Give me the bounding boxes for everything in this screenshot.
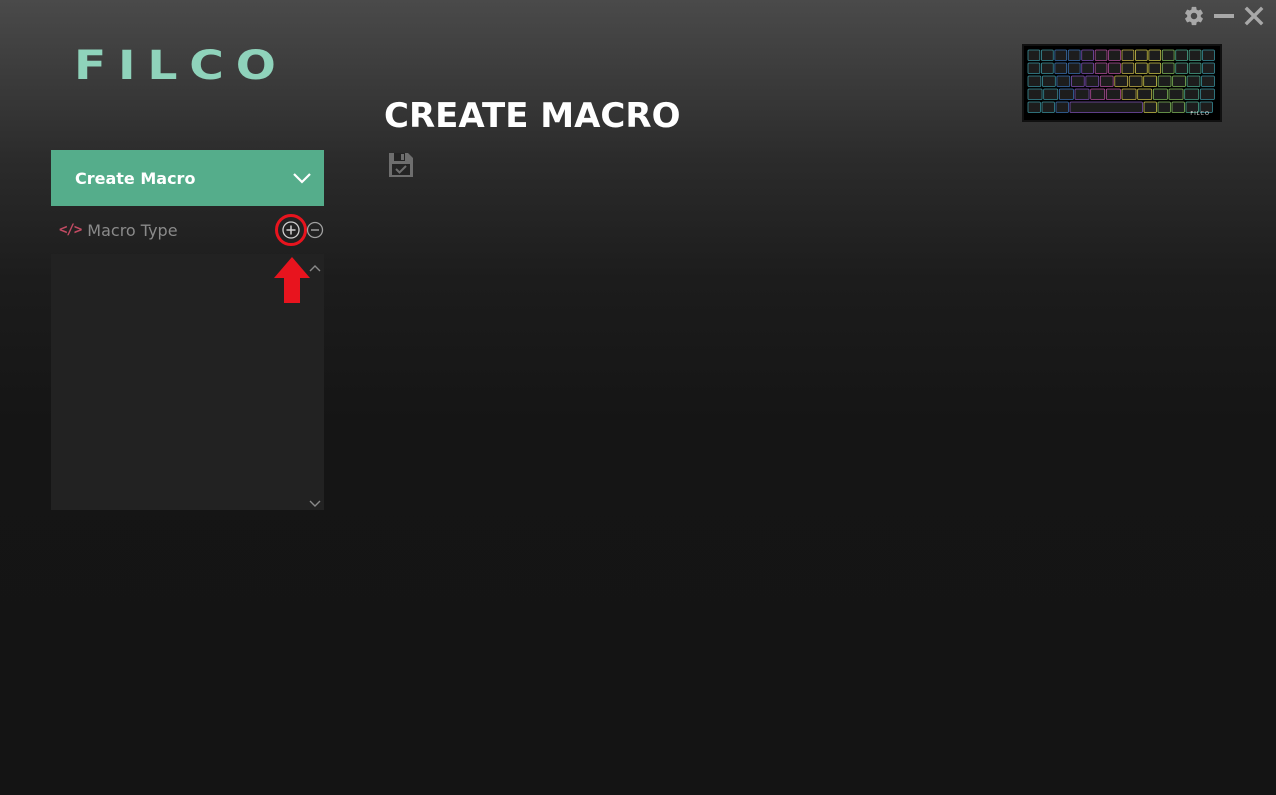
key bbox=[1143, 75, 1157, 87]
add-macro-button[interactable] bbox=[275, 214, 307, 246]
save-button[interactable] bbox=[387, 151, 415, 179]
macro-sidebar: Create Macro </> Macro Type bbox=[51, 150, 324, 510]
create-macro-dropdown[interactable]: Create Macro bbox=[51, 150, 324, 206]
key bbox=[1043, 88, 1059, 100]
key bbox=[1202, 49, 1215, 61]
close-icon bbox=[1244, 6, 1264, 26]
gear-icon bbox=[1185, 6, 1203, 26]
red-arrow-icon bbox=[274, 257, 310, 303]
key bbox=[1172, 75, 1186, 87]
key bbox=[1175, 49, 1188, 61]
key bbox=[1188, 49, 1202, 61]
key bbox=[1081, 62, 1094, 74]
key bbox=[1121, 49, 1135, 61]
key bbox=[1202, 62, 1215, 74]
filco-logo: FILCO bbox=[74, 43, 288, 89]
key bbox=[1148, 49, 1162, 61]
key bbox=[1069, 101, 1143, 113]
key bbox=[1074, 88, 1090, 100]
macro-type-row: </> Macro Type bbox=[51, 206, 324, 254]
key bbox=[1186, 75, 1201, 87]
window-controls bbox=[1182, 4, 1266, 28]
macro-type-label: Macro Type bbox=[87, 220, 178, 240]
key bbox=[1168, 88, 1184, 100]
chevron-down-icon bbox=[293, 173, 311, 184]
key bbox=[1081, 49, 1094, 61]
key bbox=[1027, 88, 1043, 100]
key bbox=[1027, 75, 1042, 87]
minimize-button[interactable] bbox=[1212, 4, 1236, 28]
key bbox=[1137, 88, 1153, 100]
close-button[interactable] bbox=[1242, 4, 1266, 28]
key bbox=[1070, 75, 1085, 87]
save-icon bbox=[389, 153, 413, 177]
key bbox=[1114, 75, 1129, 87]
key bbox=[1171, 101, 1185, 113]
remove-macro-button[interactable] bbox=[305, 220, 325, 240]
key bbox=[1094, 62, 1108, 74]
key bbox=[1085, 75, 1100, 87]
key bbox=[1041, 49, 1054, 61]
key bbox=[1184, 88, 1200, 100]
keyboard-image bbox=[1027, 49, 1215, 113]
key bbox=[1201, 75, 1215, 87]
key bbox=[1135, 62, 1148, 74]
scroll-down-button[interactable] bbox=[308, 494, 322, 507]
key bbox=[1135, 49, 1148, 61]
key bbox=[1148, 62, 1162, 74]
key bbox=[1042, 75, 1056, 87]
minimize-icon bbox=[1214, 14, 1234, 18]
key bbox=[1094, 49, 1108, 61]
key bbox=[1188, 62, 1202, 74]
key bbox=[1143, 101, 1157, 113]
key bbox=[1121, 88, 1137, 100]
dropdown-label: Create Macro bbox=[75, 168, 196, 188]
key bbox=[1099, 75, 1114, 87]
keyboard-brand-label: FILCO bbox=[1190, 111, 1210, 117]
key bbox=[1152, 88, 1168, 100]
minus-circle-icon bbox=[306, 221, 324, 239]
key bbox=[1041, 62, 1054, 74]
key bbox=[1027, 62, 1041, 74]
key bbox=[1058, 88, 1074, 100]
key bbox=[1067, 49, 1081, 61]
key bbox=[1067, 62, 1081, 74]
key bbox=[1157, 101, 1171, 113]
settings-button[interactable] bbox=[1182, 4, 1206, 28]
key bbox=[1121, 62, 1135, 74]
code-icon: </> bbox=[59, 222, 82, 238]
plus-circle-icon bbox=[275, 214, 307, 246]
key bbox=[1090, 88, 1106, 100]
keyboard-preview[interactable]: FILCO bbox=[1022, 44, 1222, 122]
key bbox=[1108, 49, 1121, 61]
key bbox=[1157, 75, 1172, 87]
key bbox=[1108, 62, 1121, 74]
chevron-down-small-icon bbox=[309, 500, 321, 507]
key bbox=[1054, 49, 1068, 61]
key bbox=[1128, 75, 1143, 87]
key bbox=[1027, 101, 1041, 113]
key bbox=[1056, 75, 1071, 87]
key bbox=[1054, 62, 1068, 74]
key bbox=[1161, 49, 1175, 61]
key bbox=[1105, 88, 1121, 100]
key bbox=[1055, 101, 1069, 113]
key bbox=[1041, 101, 1055, 113]
key bbox=[1027, 49, 1041, 61]
key bbox=[1199, 88, 1215, 100]
key bbox=[1175, 62, 1188, 74]
key bbox=[1161, 62, 1175, 74]
page-title: CREATE MACRO bbox=[384, 96, 681, 136]
